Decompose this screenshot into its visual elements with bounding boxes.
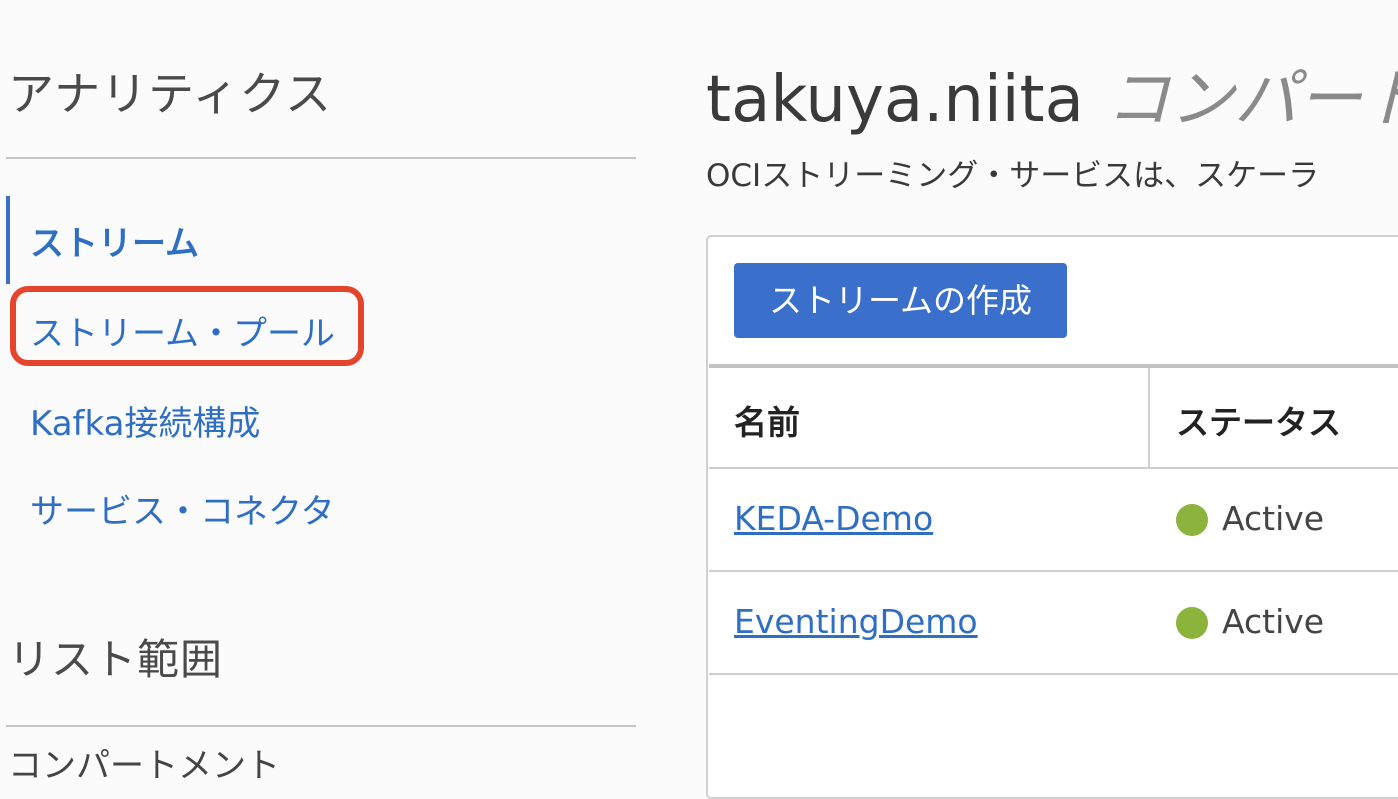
column-divider [1148,368,1150,468]
page-title-suffix: コンパート [1105,63,1398,137]
page-description: OCIストリーミング・サービスは、スケーラ [706,158,1320,194]
sidebar-divider-2 [6,725,636,727]
sidebar-item-streams[interactable]: ストリーム [30,216,199,265]
sidebar-item-service-connectors[interactable]: サービス・コネクタ [30,484,335,533]
active-indicator [6,196,10,284]
stream-link-eventing-demo[interactable]: EventingDemo [734,602,978,641]
status-text: Active [1222,602,1325,641]
status-active-icon [1176,504,1208,536]
page-title-name: takuya.niita [706,63,1084,137]
compartment-label: コンパートメント [8,746,280,786]
column-header-name[interactable]: 名前 [734,396,800,444]
sidebar-item-kafka-connect[interactable]: Kafka接続構成 [30,396,260,445]
row-divider [709,467,1398,469]
sidebar-item-stream-pools[interactable]: ストリーム・プール [30,306,335,355]
table-header-border [709,364,1398,368]
sidebar-divider [6,157,636,159]
column-header-status[interactable]: ステータス [1176,396,1341,444]
list-scope-heading: リスト範囲 [8,635,224,684]
row-divider [709,673,1398,675]
status-active-icon [1176,607,1208,639]
stream-link-keda-demo[interactable]: KEDA-Demo [734,499,933,538]
row-divider [709,570,1398,572]
create-stream-button[interactable]: ストリームの作成 [734,263,1067,338]
sidebar-heading: アナリティクス [8,67,332,121]
status-text: Active [1222,499,1325,538]
page-title: takuya.niita コンパート [706,48,1398,140]
